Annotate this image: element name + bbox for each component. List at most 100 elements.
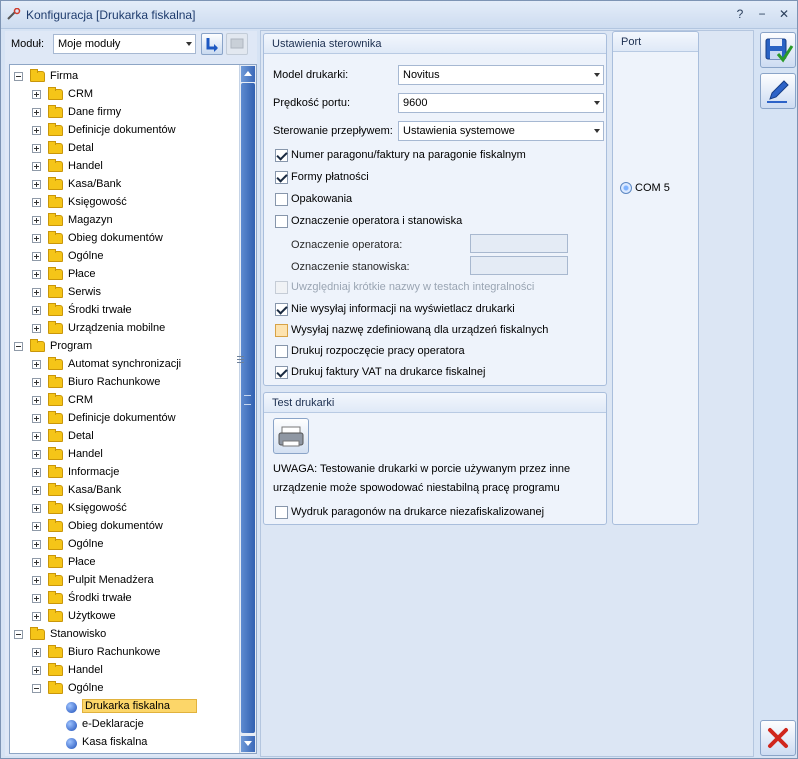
tree-folder-item[interactable]: CRM — [10, 392, 240, 410]
tree-folder-item[interactable]: CRM — [10, 86, 240, 104]
printer-model-select[interactable]: Novitus — [398, 65, 604, 85]
tree-folder-item[interactable]: Biuro Rachunkowe — [10, 644, 240, 662]
collapse-icon[interactable] — [14, 630, 23, 639]
expand-icon[interactable] — [32, 666, 41, 675]
flow-control-select[interactable]: Ustawienia systemowe — [398, 121, 604, 141]
expand-icon[interactable] — [32, 612, 41, 621]
expand-icon[interactable] — [32, 288, 41, 297]
tree-folder-item[interactable]: Detal — [10, 428, 240, 446]
tree-folder-item[interactable]: Kasa/Bank — [10, 176, 240, 194]
expand-icon[interactable] — [32, 468, 41, 477]
expand-icon[interactable] — [32, 504, 41, 513]
modul-select[interactable]: Moje moduły — [53, 34, 196, 54]
expand-icon[interactable] — [32, 486, 41, 495]
expand-icon[interactable] — [32, 162, 41, 171]
port-speed-select[interactable]: 9600 — [398, 93, 604, 113]
expand-icon[interactable] — [32, 522, 41, 531]
pane-splitter[interactable] — [237, 356, 244, 368]
tree-folder-item[interactable]: Środki trwałe — [10, 302, 240, 320]
expand-icon[interactable] — [32, 270, 41, 279]
tree-folder-item[interactable]: Stanowisko — [10, 626, 240, 644]
send-fiscal-name-checkbox[interactable] — [275, 324, 288, 337]
tree-folder-item[interactable]: Automat synchronizacji — [10, 356, 240, 374]
tree-folder-item[interactable]: Dane firmy — [10, 104, 240, 122]
unfiscalized-print-checkbox[interactable] — [275, 506, 288, 519]
tree-folder-item[interactable]: Użytkowe — [10, 608, 240, 626]
tree-folder-item[interactable]: Księgowość — [10, 500, 240, 518]
tree-folder-item[interactable]: Definicje dokumentów — [10, 122, 240, 140]
tree-folder-item[interactable]: Handel — [10, 446, 240, 464]
tree-folder-item[interactable]: Płace — [10, 266, 240, 284]
expand-icon[interactable] — [32, 324, 41, 333]
tree-folder-item[interactable]: Ogólne — [10, 536, 240, 554]
short-names-checkbox[interactable] — [275, 281, 288, 294]
tree-folder-item[interactable]: Kasa/Bank — [10, 482, 240, 500]
expand-icon[interactable] — [32, 378, 41, 387]
refresh-button[interactable] — [201, 33, 223, 55]
print-operator-start-checkbox[interactable] — [275, 345, 288, 358]
expand-icon[interactable] — [32, 234, 41, 243]
tree-folder-item[interactable]: Detal — [10, 140, 240, 158]
tree-folder-item[interactable]: Środki trwałe — [10, 590, 240, 608]
tree-leaf-item[interactable]: Kasa fiskalna — [10, 734, 240, 752]
help-button[interactable]: ? — [731, 6, 749, 22]
edit-button[interactable] — [760, 73, 796, 109]
no-display-info-checkbox[interactable] — [275, 303, 288, 316]
scroll-up-arrow-icon[interactable] — [241, 66, 255, 82]
expand-icon[interactable] — [32, 648, 41, 657]
expand-icon[interactable] — [32, 540, 41, 549]
tree-folder-item[interactable]: Informacje — [10, 464, 240, 482]
expand-icon[interactable] — [32, 144, 41, 153]
station-mark-input[interactable] — [470, 256, 568, 275]
collapse-icon[interactable] — [32, 684, 41, 693]
tree-folder-item[interactable]: Serwis — [10, 284, 240, 302]
tree-folder-item[interactable]: Biuro Rachunkowe — [10, 374, 240, 392]
tree-folder-item[interactable]: Obieg dokumentów — [10, 518, 240, 536]
expand-icon[interactable] — [32, 126, 41, 135]
tree-leaf-item[interactable]: e-Deklaracje — [10, 716, 240, 734]
cancel-button[interactable] — [760, 720, 796, 756]
expand-icon[interactable] — [32, 558, 41, 567]
close-button[interactable]: ✕ — [775, 6, 793, 22]
expand-icon[interactable] — [32, 360, 41, 369]
tree-folder-item[interactable]: Magazyn — [10, 212, 240, 230]
print-vat-invoices-checkbox[interactable] — [275, 366, 288, 379]
save-button[interactable] — [760, 32, 796, 68]
test-printer-button[interactable] — [273, 418, 309, 454]
expand-icon[interactable] — [32, 414, 41, 423]
tree-leaf-item[interactable]: Drukarka fiskalna — [10, 698, 240, 716]
minimize-button[interactable]: − — [753, 6, 771, 22]
tree-folder-item[interactable]: Obieg dokumentów — [10, 230, 240, 248]
settings-tree[interactable]: Firma CRM Dane firmy Definicje dokumentów De… — [9, 64, 257, 754]
receipt-number-checkbox[interactable] — [275, 149, 288, 162]
tree-folder-item[interactable]: Ogólne — [10, 680, 240, 698]
expand-icon[interactable] — [32, 450, 41, 459]
tree-folder-item[interactable]: Pulpit Menadżera — [10, 572, 240, 590]
tree-folder-item[interactable]: Handel — [10, 662, 240, 680]
filter-button[interactable] — [226, 33, 248, 55]
expand-icon[interactable] — [32, 396, 41, 405]
tree-folder-item[interactable]: Urządzenia mobilne — [10, 320, 240, 338]
collapse-icon[interactable] — [14, 342, 23, 351]
expand-icon[interactable] — [32, 90, 41, 99]
tree-folder-item[interactable]: Program — [10, 338, 240, 356]
tree-folder-item[interactable]: Firma — [10, 68, 240, 86]
expand-icon[interactable] — [32, 108, 41, 117]
expand-icon[interactable] — [32, 180, 41, 189]
payment-forms-checkbox[interactable] — [275, 171, 288, 184]
tree-folder-item[interactable]: Księgowość — [10, 194, 240, 212]
expand-icon[interactable] — [32, 594, 41, 603]
expand-icon[interactable] — [32, 576, 41, 585]
scroll-down-arrow-icon[interactable] — [241, 736, 255, 752]
collapse-icon[interactable] — [14, 72, 23, 81]
packaging-checkbox[interactable] — [275, 193, 288, 206]
expand-icon[interactable] — [32, 216, 41, 225]
expand-icon[interactable] — [32, 432, 41, 441]
tree-folder-item[interactable]: Definicje dokumentów — [10, 410, 240, 428]
tree-folder-item[interactable]: Handel — [10, 158, 240, 176]
com5-radio[interactable] — [620, 182, 632, 194]
expand-icon[interactable] — [32, 306, 41, 315]
tree-folder-item[interactable]: Ogólne — [10, 248, 240, 266]
tree-folder-item[interactable]: Płace — [10, 554, 240, 572]
operator-station-checkbox[interactable] — [275, 215, 288, 228]
